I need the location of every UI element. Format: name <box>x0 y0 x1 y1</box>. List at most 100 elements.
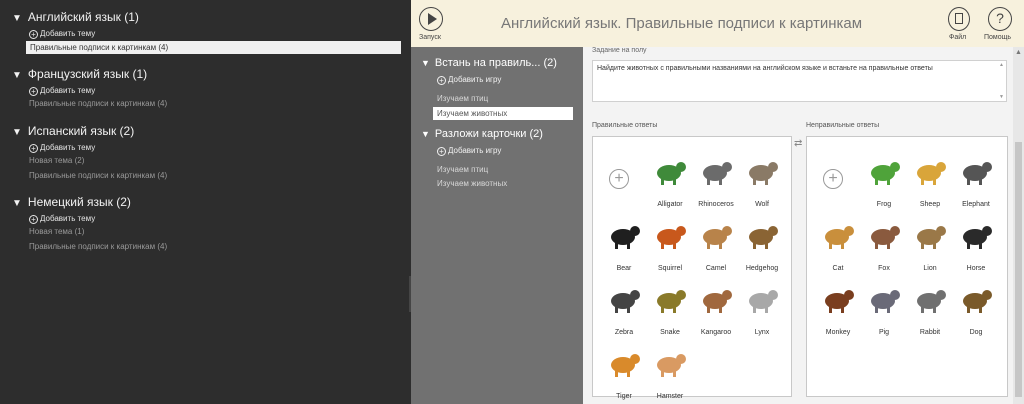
add-answer-button[interactable]: + <box>815 159 861 205</box>
dog-picture <box>963 290 992 313</box>
page-title: Английский язык. Правильные подписи к ка… <box>501 15 863 32</box>
answer-card[interactable]: Alligator <box>647 149 693 211</box>
answer-card[interactable]: Hamster <box>647 341 693 403</box>
answer-card[interactable]: Snake <box>647 277 693 339</box>
answer-card[interactable]: Hedgehog <box>739 213 785 275</box>
game-topic-item[interactable]: Изучаем птиц <box>437 165 488 174</box>
topic-item[interactable]: Правильные подписи к картинкам (4) <box>29 171 167 180</box>
fox-picture <box>871 226 900 249</box>
caret-down-icon[interactable]: ▼ <box>12 70 22 81</box>
game-title: Разложи карточки (2) <box>434 128 543 140</box>
swap-arrows-icon[interactable]: ⇄ <box>794 138 802 149</box>
answer-card[interactable]: Bear <box>601 213 647 275</box>
play-icon[interactable] <box>419 7 443 31</box>
add-topic-button[interactable]: + Добавить тему <box>29 86 95 96</box>
answer-card[interactable]: Dog <box>953 277 999 339</box>
rhinoceros-picture <box>703 162 732 185</box>
game-title: Встань на правиль... (2) <box>434 57 557 69</box>
answer-card[interactable]: Horse <box>953 213 999 275</box>
topic-item[interactable]: Новая тема (2) <box>29 156 84 165</box>
monkey-picture <box>825 290 854 313</box>
add-topic-button[interactable]: + Добавить тему <box>29 143 95 153</box>
game-header[interactable]: ▼ Разложи карточки (2) <box>421 128 543 140</box>
answer-card[interactable]: Cat <box>815 213 861 275</box>
answer-card[interactable]: Wolf <box>739 149 785 211</box>
answer-card[interactable]: Lynx <box>739 277 785 339</box>
answer-caption: Lynx <box>754 329 770 336</box>
zebra-picture <box>611 290 640 313</box>
correct-answers-box: + Alligator Rhinoceros Wolf Bear Squirrel Came… <box>592 136 792 400</box>
answer-card[interactable]: Sheep <box>907 149 953 211</box>
language-header[interactable]: ▼ Английский язык (1) <box>12 10 139 24</box>
add-answer-button[interactable]: + <box>601 159 647 205</box>
answer-card[interactable]: Squirrel <box>647 213 693 275</box>
wolf-picture <box>749 162 778 185</box>
topic-item[interactable]: Правильные подписи к картинкам (4) <box>26 41 401 54</box>
add-topic-button[interactable]: + Добавить тему <box>29 214 95 224</box>
language-header[interactable]: ▼ Испанский язык (2) <box>12 124 134 138</box>
topic-item[interactable]: Правильные подписи к картинкам (4) <box>29 99 167 108</box>
caret-down-icon[interactable]: ▼ <box>12 127 22 138</box>
file-button-label: Файл <box>949 34 967 41</box>
plus-circle-icon: + <box>29 87 38 96</box>
answer-card[interactable]: Elephant <box>953 149 999 211</box>
pig-picture <box>871 290 900 313</box>
answer-card[interactable]: Pig <box>861 277 907 339</box>
lion-picture <box>917 226 946 249</box>
answer-card[interactable]: Kangaroo <box>693 277 739 339</box>
task-label: Задание на полу <box>592 47 647 54</box>
task-textarea[interactable]: Найдите животных с правильными названиям… <box>592 60 1007 102</box>
scroll-up-icon[interactable]: ▲ <box>1015 49 1022 56</box>
game-topic-item[interactable]: Изучаем животных <box>433 107 573 120</box>
answer-caption: Dog <box>969 329 983 336</box>
game-topic-item[interactable]: Изучаем животных <box>437 179 507 188</box>
add-topic-label: Добавить тему <box>40 214 96 223</box>
answer-card[interactable]: Camel <box>693 213 739 275</box>
sheep-picture <box>917 162 946 185</box>
help-button-label: Помощь <box>984 34 1012 41</box>
answer-card[interactable]: Monkey <box>815 277 861 339</box>
wrong-answers-box: + Frog Sheep Elephant Cat Fox Lion Horse Monkey P… <box>806 136 1008 397</box>
plus-circle-icon: + <box>437 147 446 156</box>
plus-icon: + <box>823 169 843 189</box>
help-button[interactable]: ? <box>988 7 1012 31</box>
game-topic-item[interactable]: Изучаем птиц <box>437 94 488 103</box>
answer-card[interactable]: Rabbit <box>907 277 953 339</box>
answer-caption: Hamster <box>656 393 684 400</box>
top-toolbar: Запуск Английский язык. Правильные подпи… <box>411 0 1024 47</box>
language-header[interactable]: ▼ Французский язык (1) <box>12 67 147 81</box>
answer-card[interactable]: Zebra <box>601 277 647 339</box>
correct-answers-label: Правильные ответы <box>592 122 658 129</box>
caret-down-icon[interactable]: ▼ <box>421 58 430 68</box>
page-scrollbar[interactable]: ▲ <box>1013 47 1024 404</box>
answer-card[interactable]: Fox <box>861 213 907 275</box>
file-button[interactable] <box>948 7 970 31</box>
add-game-label: Добавить игру <box>448 146 502 155</box>
answer-card[interactable]: Tiger <box>601 341 647 403</box>
add-game-button[interactable]: + Добавить игру <box>437 146 501 156</box>
language-title: Немецкий язык (2) <box>27 195 131 209</box>
topic-item[interactable]: Правильные подписи к картинкам (4) <box>29 242 167 251</box>
game-header[interactable]: ▼ Встань на правиль... (2) <box>421 57 557 69</box>
language-title: Испанский язык (2) <box>27 124 135 138</box>
task-scrollbar[interactable] <box>999 62 1005 100</box>
alligator-picture <box>657 162 686 185</box>
language-header[interactable]: ▼ Немецкий язык (2) <box>12 195 131 209</box>
answer-caption: Hedgehog <box>745 265 779 272</box>
answer-card[interactable]: Lion <box>907 213 953 275</box>
kangaroo-picture <box>703 290 732 313</box>
answer-card[interactable]: Frog <box>861 149 907 211</box>
add-topic-label: Добавить тему <box>40 86 96 95</box>
topic-item[interactable]: Новая тема (1) <box>29 227 84 236</box>
scrollbar-thumb[interactable] <box>1015 142 1022 397</box>
caret-down-icon[interactable]: ▼ <box>12 13 22 24</box>
answer-card[interactable]: Rhinoceros <box>693 149 739 211</box>
caret-down-icon[interactable]: ▼ <box>12 198 22 209</box>
plus-circle-icon: + <box>29 144 38 153</box>
plus-circle-icon: + <box>437 76 446 85</box>
caret-down-icon[interactable]: ▼ <box>421 129 430 139</box>
add-topic-button[interactable]: + Добавить тему <box>29 29 95 39</box>
hamster-picture <box>657 354 686 377</box>
add-game-button[interactable]: + Добавить игру <box>437 75 501 85</box>
elephant-picture <box>963 162 992 185</box>
